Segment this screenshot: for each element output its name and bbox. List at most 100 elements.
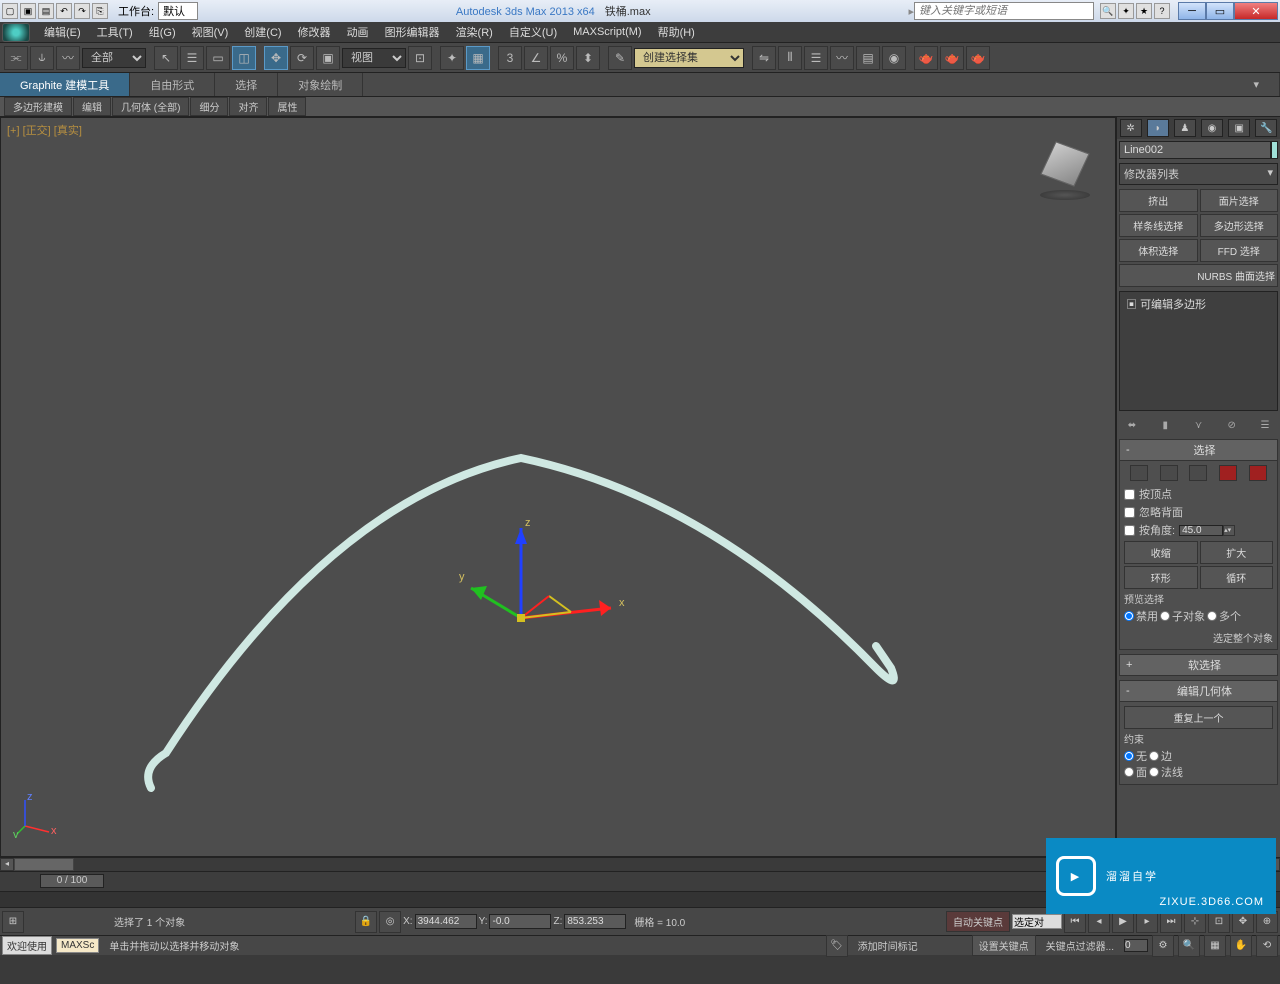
tab-display-icon[interactable]: ▣: [1228, 119, 1250, 137]
object-color-swatch[interactable]: [1271, 141, 1278, 159]
angle-spinner[interactable]: ▴▾: [1223, 525, 1235, 536]
chk-ignoreback[interactable]: [1124, 507, 1135, 518]
minimize-button[interactable]: ─: [1178, 2, 1206, 20]
menu-edit[interactable]: 编辑(E): [36, 22, 89, 42]
star-icon[interactable]: ★: [1136, 3, 1152, 19]
time-slider-thumb[interactable]: 0 / 100: [40, 874, 104, 888]
btn-patchsel[interactable]: 面片选择: [1200, 189, 1279, 212]
coord-z-input[interactable]: [564, 914, 626, 929]
menu-modifiers[interactable]: 修改器: [290, 22, 339, 42]
selection-filter-dropdown[interactable]: 全部: [82, 48, 146, 68]
maxscript-label[interactable]: MAXSc: [56, 938, 99, 953]
viewport-label[interactable]: [+] [正交] [真实]: [7, 122, 82, 138]
nav-orbit-icon[interactable]: ⟲: [1256, 935, 1278, 957]
menu-help[interactable]: 帮助(H): [650, 22, 703, 42]
rad-edge[interactable]: [1149, 751, 1159, 761]
ribbon-graphite[interactable]: Graphite 建模工具: [0, 73, 130, 96]
select-region-icon[interactable]: ▭: [206, 46, 230, 70]
rad-face[interactable]: [1124, 767, 1134, 777]
pivot-icon[interactable]: ⊡: [408, 46, 432, 70]
ribbon-selection[interactable]: 选择: [215, 73, 278, 96]
btn-grow[interactable]: 扩大: [1200, 541, 1274, 564]
rad-subobj[interactable]: [1160, 611, 1170, 621]
selset-input[interactable]: [1012, 914, 1062, 929]
move-gizmo[interactable]: x y z: [441, 518, 641, 638]
workspace-dropdown[interactable]: 默认: [158, 2, 198, 20]
render-frame-icon[interactable]: 🫖: [940, 46, 964, 70]
btn-polysel[interactable]: 多边形选择: [1200, 214, 1279, 237]
schematic-icon[interactable]: ▤: [856, 46, 880, 70]
menu-grapheditors[interactable]: 图形编辑器: [377, 22, 448, 42]
coord-x-input[interactable]: [415, 914, 477, 929]
help-icon[interactable]: 🔍: [1100, 3, 1116, 19]
rad-off[interactable]: [1124, 611, 1134, 621]
pin-stack-icon[interactable]: ⬌: [1123, 417, 1141, 433]
subobj-element-icon[interactable]: [1249, 465, 1267, 481]
keyfilter-button[interactable]: 关键点过滤器...: [1040, 938, 1120, 953]
make-unique-icon[interactable]: ⋎: [1190, 417, 1208, 433]
chk-byvertex[interactable]: [1124, 489, 1135, 500]
coord-y-input[interactable]: [489, 914, 551, 929]
btn-nurbs[interactable]: NURBS 曲面选择: [1119, 264, 1278, 287]
sub-align[interactable]: 对齐: [229, 97, 267, 116]
named-sel-dropdown[interactable]: 创建选择集: [634, 48, 744, 68]
viewcube[interactable]: [1035, 138, 1095, 198]
btn-ffdsel[interactable]: FFD 选择: [1200, 239, 1279, 262]
tab-utilities-icon[interactable]: 🔧: [1255, 119, 1277, 137]
lock-ui-icon[interactable]: ⊞: [2, 911, 24, 933]
tab-create-icon[interactable]: ✲: [1120, 119, 1142, 137]
btn-extrude[interactable]: 挤出: [1119, 189, 1198, 212]
nav-pan-icon[interactable]: ✋: [1230, 935, 1252, 957]
curve-editor-icon[interactable]: 〰: [830, 46, 854, 70]
menu-view[interactable]: 视图(V): [184, 22, 237, 42]
window-crossing-icon[interactable]: ◫: [232, 46, 256, 70]
subobj-edge-icon[interactable]: [1160, 465, 1178, 481]
sub-subdiv[interactable]: 细分: [190, 97, 228, 116]
percent-snap-icon[interactable]: %: [550, 46, 574, 70]
lock-sel-icon[interactable]: 🔒: [355, 911, 377, 933]
rad-multi[interactable]: [1207, 611, 1217, 621]
align-icon[interactable]: ⫴: [778, 46, 802, 70]
nav-zoomall-icon[interactable]: ▦: [1204, 935, 1226, 957]
ribbon-paint[interactable]: 对象绘制: [278, 73, 363, 96]
menu-create[interactable]: 创建(C): [236, 22, 289, 42]
spinner-snap-icon[interactable]: ⬍: [576, 46, 600, 70]
menu-customize[interactable]: 自定义(U): [501, 22, 565, 42]
sub-polymodel[interactable]: 多边形建模: [4, 97, 72, 116]
menu-animation[interactable]: 动画: [339, 22, 377, 42]
layers-icon[interactable]: ☰: [804, 46, 828, 70]
undo-icon[interactable]: ↶: [56, 3, 72, 19]
info-icon[interactable]: ?: [1154, 3, 1170, 19]
redo-icon[interactable]: ↷: [74, 3, 90, 19]
keymode-icon[interactable]: ▦: [466, 46, 490, 70]
tab-hierarchy-icon[interactable]: ♟: [1174, 119, 1196, 137]
render-setup-icon[interactable]: 🫖: [914, 46, 938, 70]
viewport[interactable]: [+] [正交] [真实] x y z x: [0, 117, 1116, 857]
edit-sel-icon[interactable]: ✎: [608, 46, 632, 70]
render-icon[interactable]: 🫖: [966, 46, 990, 70]
ribbon-freeform[interactable]: 自由形式: [130, 73, 215, 96]
scroll-thumb[interactable]: [14, 858, 74, 871]
setkey-button[interactable]: 设置关键点: [972, 935, 1036, 956]
nav-zoom-icon[interactable]: 🔍: [1178, 935, 1200, 957]
btn-ring[interactable]: 环形: [1124, 566, 1198, 589]
autokey-button[interactable]: 自动关键点: [946, 911, 1010, 932]
scroll-left-icon[interactable]: ◂: [0, 858, 14, 871]
rad-none[interactable]: [1124, 751, 1134, 761]
app-icon[interactable]: [2, 23, 30, 42]
menu-tools[interactable]: 工具(T): [89, 22, 141, 42]
snap-3-icon[interactable]: 3: [498, 46, 522, 70]
tab-modify-icon[interactable]: ◗: [1147, 119, 1169, 137]
tab-motion-icon[interactable]: ◉: [1201, 119, 1223, 137]
btn-shrink[interactable]: 收缩: [1124, 541, 1198, 564]
btn-repeat[interactable]: 重复上一个: [1124, 706, 1273, 729]
timetag-icon[interactable]: 🏷: [826, 935, 848, 957]
menu-group[interactable]: 组(G): [141, 22, 184, 42]
addmarker-text[interactable]: 添加时间标记: [852, 938, 924, 953]
material-icon[interactable]: ◉: [882, 46, 906, 70]
sub-edit[interactable]: 编辑: [73, 97, 111, 116]
link-icon[interactable]: ⎘: [92, 3, 108, 19]
open-icon[interactable]: ▣: [20, 3, 36, 19]
subobj-poly-icon[interactable]: [1219, 465, 1237, 481]
modifier-stack[interactable]: ▣ 可编辑多边形: [1119, 291, 1278, 411]
